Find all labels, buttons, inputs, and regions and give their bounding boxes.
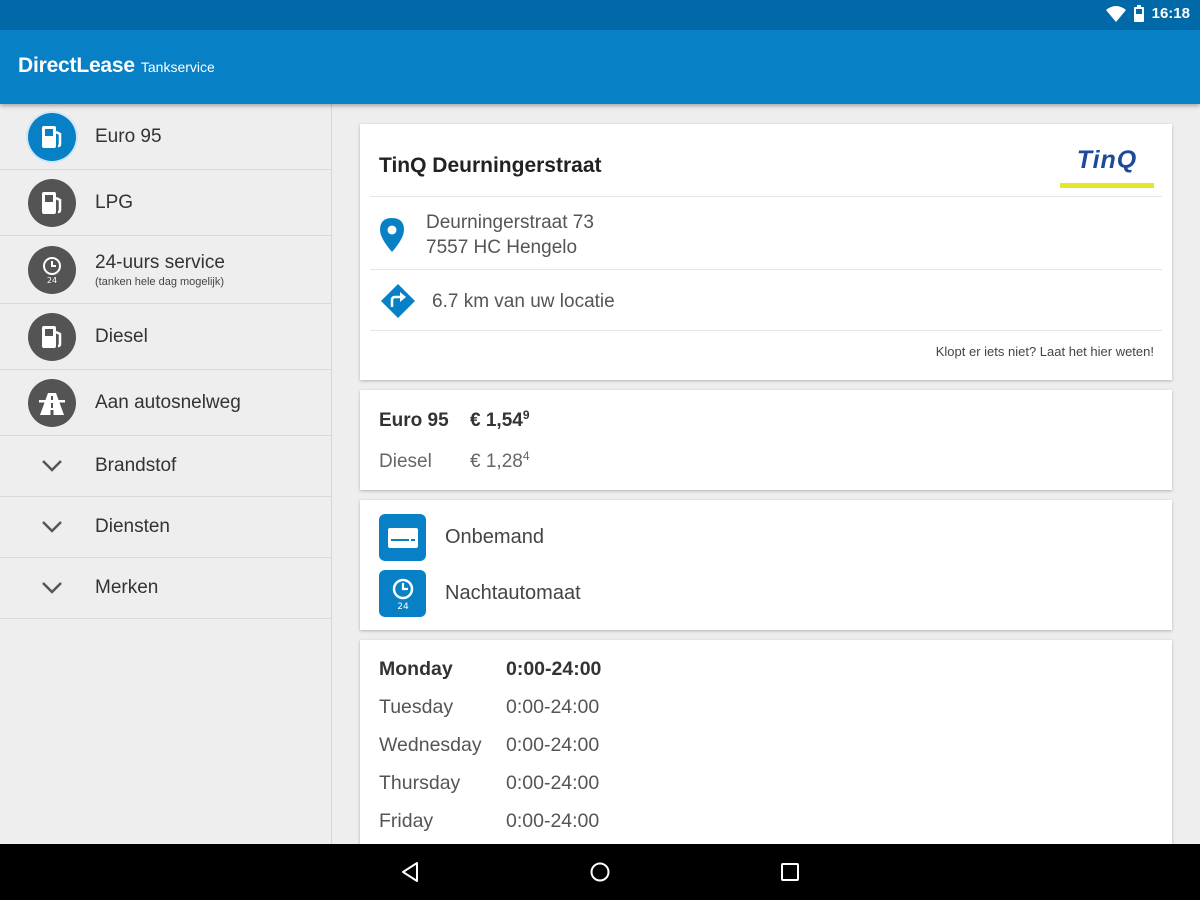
wifi-icon bbox=[1105, 5, 1126, 22]
hours-row-tuesday: Tuesday 0:00-24:00 bbox=[379, 696, 599, 719]
section-label: Merken bbox=[95, 577, 159, 598]
section-label: Diensten bbox=[95, 516, 170, 537]
clock-24-icon: 24 bbox=[28, 245, 76, 294]
service-label: Nachtautomaat bbox=[445, 582, 581, 604]
hours-day: Thursday bbox=[379, 772, 461, 794]
address-line1: Deurningerstraat 73 bbox=[426, 212, 594, 233]
services-card: Onbemand 24 Nachtautomaat bbox=[360, 500, 1172, 630]
back-icon[interactable] bbox=[398, 860, 422, 884]
svg-text:24: 24 bbox=[47, 276, 57, 285]
status-time: 16:18 bbox=[1151, 5, 1190, 22]
card-icon bbox=[379, 514, 426, 561]
status-bar: 16:18 bbox=[0, 0, 1200, 30]
app-bar: DirectLease Tankservice bbox=[0, 30, 1200, 104]
filter-sidebar: Euro 95 LPG 24 24-uurs service (tanken h… bbox=[0, 104, 332, 844]
filter-highway[interactable]: Aan autosnelweg bbox=[0, 370, 331, 436]
fuel-name: Diesel bbox=[379, 451, 432, 472]
clock-24-icon: 24 bbox=[379, 570, 426, 617]
section-label: Brandstof bbox=[95, 455, 177, 476]
service-onbemand: Onbemand bbox=[379, 514, 544, 561]
fuel-pump-icon bbox=[28, 312, 76, 361]
hours-row-monday: Monday 0:00-24:00 bbox=[379, 658, 601, 681]
home-icon[interactable] bbox=[588, 860, 612, 884]
divider bbox=[370, 330, 1162, 331]
battery-icon bbox=[1133, 5, 1144, 22]
station-detail: TinQ Deurningerstraat TinQ Deurningerstr… bbox=[333, 104, 1200, 844]
directions-icon bbox=[381, 284, 415, 318]
station-card: TinQ Deurningerstraat TinQ Deurningerstr… bbox=[360, 124, 1172, 380]
recents-icon[interactable] bbox=[778, 860, 802, 884]
chevron-down-icon bbox=[28, 576, 76, 600]
distance-text: 6.7 km van uw locatie bbox=[432, 290, 615, 312]
chevron-down-icon bbox=[28, 515, 76, 539]
fuel-name: Euro 95 bbox=[379, 410, 449, 431]
hours-time: 0:00-24:00 bbox=[506, 734, 600, 756]
hours-time: 0:00-24:00 bbox=[506, 696, 600, 718]
fuel-price-tenth: 4 bbox=[522, 449, 530, 463]
brand-subtitle: Tankservice bbox=[140, 59, 215, 75]
filter-label: LPG bbox=[95, 191, 134, 213]
fuel-price-tenth: 9 bbox=[522, 408, 530, 422]
address-line2: 7557 HC Hengelo bbox=[426, 237, 578, 258]
highway-icon bbox=[28, 378, 76, 427]
logo-underline bbox=[1060, 183, 1154, 188]
divider bbox=[370, 196, 1162, 197]
fuel-pump-icon bbox=[28, 178, 76, 227]
filter-diesel[interactable]: Diesel bbox=[0, 304, 331, 370]
hours-time: 0:00-24:00 bbox=[506, 658, 602, 680]
hours-time: 0:00-24:00 bbox=[506, 772, 600, 794]
location-pin-icon bbox=[380, 218, 404, 252]
hours-time: 0:00-24:00 bbox=[506, 810, 600, 832]
filter-label: Aan autosnelweg bbox=[95, 391, 241, 413]
hours-day: Monday bbox=[379, 658, 453, 680]
filter-label: 24-uurs service bbox=[95, 251, 225, 273]
hours-day: Friday bbox=[379, 810, 434, 832]
hours-row-wednesday: Wednesday 0:00-24:00 bbox=[379, 734, 599, 757]
system-nav-bar bbox=[0, 844, 1200, 900]
service-label: Onbemand bbox=[445, 526, 544, 548]
fuel-price: € 1,28 bbox=[470, 451, 523, 472]
station-name: TinQ Deurningerstraat bbox=[379, 154, 602, 177]
section-diensten[interactable]: Diensten bbox=[0, 497, 331, 558]
service-nachtautomaat: 24 Nachtautomaat bbox=[379, 570, 581, 617]
filter-label: Euro 95 bbox=[95, 125, 162, 147]
hours-day: Wednesday bbox=[379, 734, 482, 756]
station-brand-logo: TinQ bbox=[1060, 146, 1154, 188]
filter-24h-service[interactable]: 24 24-uurs service (tanken hele dag moge… bbox=[0, 236, 331, 304]
filter-euro95[interactable]: Euro 95 bbox=[0, 104, 331, 170]
fuel-price: € 1,54 bbox=[470, 410, 523, 431]
chevron-down-icon bbox=[28, 454, 76, 478]
hours-day: Tuesday bbox=[379, 696, 454, 718]
section-brandstof[interactable]: Brandstof bbox=[0, 436, 331, 497]
feedback-link[interactable]: Klopt er iets niet? Laat het hier weten! bbox=[936, 344, 1154, 359]
divider bbox=[370, 269, 1162, 270]
filter-label: Diesel bbox=[95, 325, 148, 347]
address-row[interactable]: Deurningerstraat 73 7557 HC Hengelo bbox=[380, 210, 594, 260]
price-row-diesel: Diesel € 1,28 4 bbox=[379, 449, 530, 473]
fuel-pump-icon bbox=[28, 112, 76, 161]
hours-row-thursday: Thursday 0:00-24:00 bbox=[379, 772, 599, 795]
opening-hours-card: Monday 0:00-24:00 Tuesday 0:00-24:00 Wed… bbox=[360, 640, 1172, 844]
price-row-euro95: Euro 95 € 1,54 9 bbox=[379, 408, 530, 432]
logo-text: TinQ bbox=[1076, 146, 1138, 174]
prices-card: Euro 95 € 1,54 9 Diesel € 1,28 4 bbox=[360, 390, 1172, 490]
filter-lpg[interactable]: LPG bbox=[0, 170, 331, 236]
filter-sublabel: (tanken hele dag mogelijk) bbox=[95, 275, 225, 288]
hours-row-friday: Friday 0:00-24:00 bbox=[379, 810, 599, 833]
section-merken[interactable]: Merken bbox=[0, 558, 331, 619]
brand-logo: DirectLease Tankservice bbox=[18, 54, 215, 78]
brand-name: DirectLease bbox=[18, 54, 135, 77]
svg-text:24: 24 bbox=[397, 602, 409, 611]
distance-row[interactable]: 6.7 km van uw locatie bbox=[380, 283, 615, 319]
